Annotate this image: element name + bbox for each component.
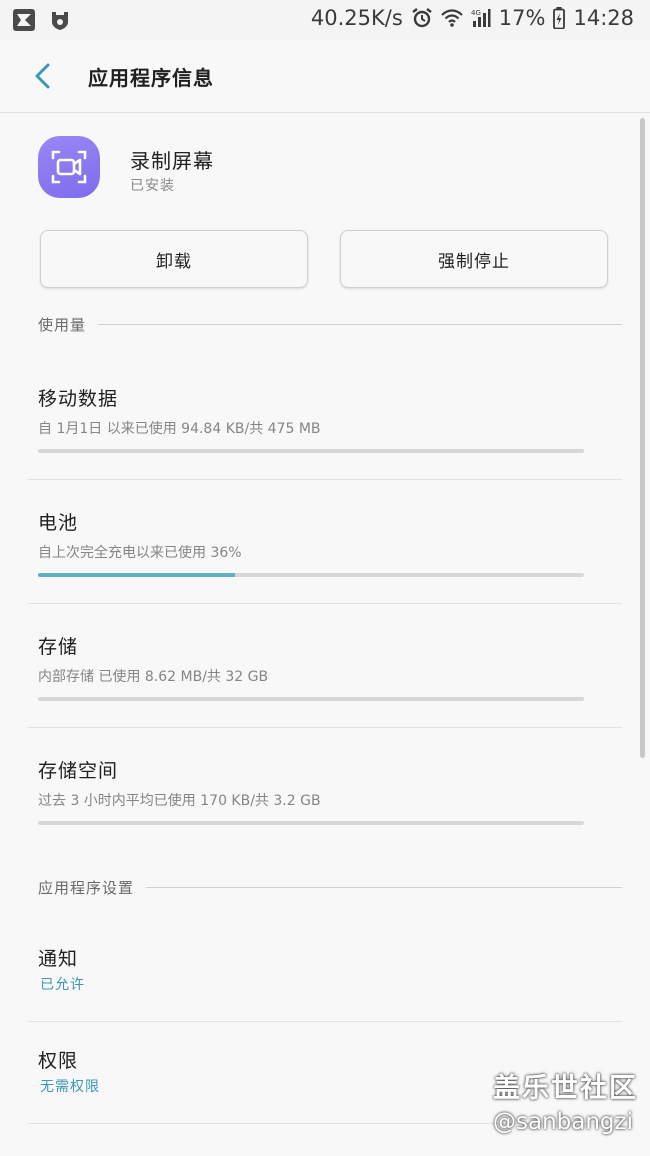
watermark: 盖乐世社区 @sanbangzi xyxy=(493,1066,638,1135)
status-bar: 40.25K/s 4G 17% 14:28 xyxy=(0,0,650,40)
app-name: 录制屏幕 xyxy=(130,149,214,173)
setting-item-title: 通知 xyxy=(38,948,79,970)
usage-item-subtitle: 自 1月1日 以来已使用 94.84 KB/共 475 MB xyxy=(38,421,321,437)
setting-item-notifications[interactable]: 通知 已允许 xyxy=(0,920,622,1022)
app-settings-section-header: 应用程序设置 xyxy=(38,877,622,898)
usage-progress-fill xyxy=(38,573,235,577)
signal-4g-icon: 4G xyxy=(471,9,491,27)
usage-item-subtitle: 过去 3 小时内平均已使用 170 KB/共 3.2 GB xyxy=(38,793,321,809)
clock: 14:28 xyxy=(573,6,634,30)
app-bar: 应用程序信息 xyxy=(0,40,650,112)
usage-item-battery[interactable]: 电池 自上次完全充电以来已使用 36% xyxy=(0,480,622,604)
usage-progress-bar xyxy=(38,821,584,825)
uninstall-button[interactable]: 卸载 xyxy=(40,230,308,288)
usage-item-title: 电池 xyxy=(38,512,79,534)
wifi-icon xyxy=(441,9,463,27)
usage-section-header: 使用量 xyxy=(38,314,622,335)
force-stop-button[interactable]: 强制停止 xyxy=(340,230,608,288)
battery-percent: 17% xyxy=(498,6,546,30)
usage-item-title: 存储空间 xyxy=(38,760,119,782)
svg-text:4G: 4G xyxy=(471,9,481,17)
screen-record-icon xyxy=(51,150,87,184)
back-button[interactable] xyxy=(26,58,62,94)
setting-item-value: 已允许 xyxy=(40,977,85,993)
page-title: 应用程序信息 xyxy=(88,66,214,90)
app-install-status: 已安装 xyxy=(130,178,175,194)
battery-charging-icon xyxy=(553,7,566,29)
setting-item-title: 权限 xyxy=(38,1050,79,1072)
settings-header-label: 应用程序设置 xyxy=(38,879,135,897)
usage-item-title: 存储 xyxy=(38,636,79,658)
usage-item-subtitle: 自上次完全充电以来已使用 36% xyxy=(38,545,242,561)
screen-recorder-app-icon xyxy=(38,136,100,198)
scrollbar[interactable] xyxy=(640,118,645,758)
alarm-icon xyxy=(412,8,432,28)
network-speed: 40.25K/s xyxy=(310,6,403,30)
usage-item-mobile-data[interactable]: 移动数据 自 1月1日 以来已使用 94.84 KB/共 475 MB xyxy=(0,356,622,480)
usage-progress-bar xyxy=(38,697,584,701)
section-divider-line xyxy=(98,324,622,325)
usage-header-label: 使用量 xyxy=(38,316,87,334)
usage-item-title: 移动数据 xyxy=(38,388,119,410)
usage-item-subtitle: 内部存储 已使用 8.62 MB/共 32 GB xyxy=(38,669,269,685)
app-bar-divider xyxy=(0,112,650,113)
app-info-screen: 40.25K/s 4G 17% 14:28 应用程序信息 录制屏幕 已安装 卸载… xyxy=(0,0,650,1156)
watermark-username: @sanbangzi xyxy=(493,1109,633,1135)
shield-notification-icon xyxy=(52,12,68,30)
watermark-community-name: 盖乐世社区 xyxy=(493,1073,638,1104)
section-divider-line xyxy=(146,887,622,888)
usage-item-memory[interactable]: 存储空间 过去 3 小时内平均已使用 170 KB/共 3.2 GB xyxy=(0,728,622,852)
usage-progress-bar xyxy=(38,449,584,453)
setting-item-value: 无需权限 xyxy=(40,1079,100,1095)
chevron-left-icon xyxy=(35,63,50,89)
flag-notification-icon xyxy=(13,9,35,31)
usage-item-storage[interactable]: 存储 内部存储 已使用 8.62 MB/共 32 GB xyxy=(0,604,622,728)
usage-progress-bar xyxy=(38,573,584,577)
